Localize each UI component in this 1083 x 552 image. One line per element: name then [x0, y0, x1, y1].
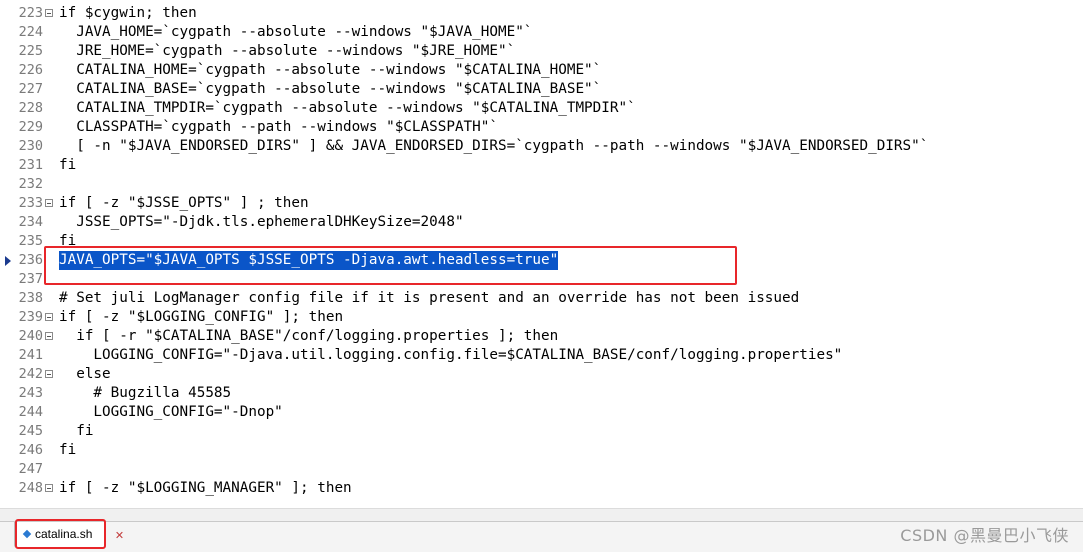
code-text: CATALINA_BASE=`cygpath --absolute --wind…: [59, 81, 602, 97]
code-line[interactable]: 241 LOGGING_CONFIG="-Djava.util.logging.…: [0, 346, 1083, 365]
code-text: CATALINA_HOME=`cygpath --absolute --wind…: [59, 62, 602, 78]
code-text: fi: [59, 157, 77, 173]
code-text: # Bugzilla 45585: [59, 385, 232, 401]
annotation-highlight-box: [44, 246, 737, 285]
code-line[interactable]: 233 if [ -z "$JSSE_OPTS" ] ; then: [0, 194, 1083, 213]
line-number: 236: [18, 252, 43, 268]
line-number: 224: [18, 24, 43, 40]
fold-toggle-icon[interactable]: [45, 199, 53, 207]
code-line[interactable]: 243 # Bugzilla 45585: [0, 384, 1083, 403]
code-line[interactable]: 226 CATALINA_HOME=`cygpath --absolute --…: [0, 61, 1083, 80]
code-line[interactable]: 225 JRE_HOME=`cygpath --absolute --windo…: [0, 42, 1083, 61]
line-number: 235: [18, 233, 43, 249]
line-number: 237: [18, 271, 43, 287]
code-line[interactable]: 227 CATALINA_BASE=`cygpath --absolute --…: [0, 80, 1083, 99]
code-line[interactable]: 223 if $cygwin; then: [0, 4, 1083, 23]
code-line[interactable]: 232: [0, 175, 1083, 194]
code-line[interactable]: 247: [0, 460, 1083, 479]
code-line[interactable]: 248 if [ -z "$LOGGING_MANAGER" ]; then: [0, 479, 1083, 498]
code-text: if [ -z "$JSSE_OPTS" ] ; then: [59, 195, 309, 211]
code-line[interactable]: 234 JSSE_OPTS="-Djdk.tls.ephemeralDHKeyS…: [0, 213, 1083, 232]
line-number: 247: [18, 461, 43, 477]
code-text: # Set juli LogManager config file if it …: [59, 290, 800, 306]
code-text: JRE_HOME=`cygpath --absolute --windows "…: [59, 43, 516, 59]
code-line[interactable]: 238 # Set juli LogManager config file if …: [0, 289, 1083, 308]
code-text: CATALINA_TMPDIR=`cygpath --absolute --wi…: [59, 100, 636, 116]
line-number: 243: [18, 385, 43, 401]
code-text: if [ -z "$LOGGING_MANAGER" ]; then: [59, 480, 352, 496]
annotation-tab-box: [15, 519, 106, 549]
code-line[interactable]: 230 [ -n "$JAVA_ENDORSED_DIRS" ] && JAVA…: [0, 137, 1083, 156]
line-number: 230: [18, 138, 43, 154]
line-number: 238: [18, 290, 43, 306]
line-number: 240: [18, 328, 43, 344]
watermark: CSDN @黑曼巴小飞侠: [900, 526, 1069, 545]
fold-toggle-icon[interactable]: [45, 370, 53, 378]
code-text: if [ -z "$LOGGING_CONFIG" ]; then: [59, 309, 344, 325]
code-text: fi: [59, 423, 94, 439]
line-number: 225: [18, 43, 43, 59]
code-text: LOGGING_CONFIG="-Djava.util.logging.conf…: [59, 347, 843, 363]
code-line[interactable]: 242 else: [0, 365, 1083, 384]
line-number: 233: [18, 195, 43, 211]
code-line[interactable]: 231 fi: [0, 156, 1083, 175]
line-number: 245: [18, 423, 43, 439]
code-line[interactable]: 239 if [ -z "$LOGGING_CONFIG" ]; then: [0, 308, 1083, 327]
line-number: 246: [18, 442, 43, 458]
line-number: 227: [18, 81, 43, 97]
code-editor[interactable]: 223 if $cygwin; then 224 JAVA_HOME=`cygpat…: [0, 0, 1083, 508]
code-text: if $cygwin; then: [59, 5, 197, 21]
fold-toggle-icon[interactable]: [45, 9, 53, 17]
fold-toggle-icon[interactable]: [45, 484, 53, 492]
code-text: fi: [59, 442, 77, 458]
line-number: 231: [18, 157, 43, 173]
code-text: JAVA_HOME=`cygpath --absolute --windows …: [59, 24, 533, 40]
horizontal-scrollbar[interactable]: [0, 508, 1083, 521]
code-line[interactable]: 246 fi: [0, 441, 1083, 460]
code-text: LOGGING_CONFIG="-Dnop": [59, 404, 283, 420]
code-text: [ -n "$JAVA_ENDORSED_DIRS" ] && JAVA_END…: [59, 138, 929, 154]
line-number: 248: [18, 480, 43, 496]
code-text: else: [59, 366, 111, 382]
line-number: 242: [18, 366, 43, 382]
code-line[interactable]: 240 if [ -r "$CATALINA_BASE"/conf/loggin…: [0, 327, 1083, 346]
code-line[interactable]: 224 JAVA_HOME=`cygpath --absolute --wind…: [0, 23, 1083, 42]
fold-toggle-icon[interactable]: [45, 313, 53, 321]
fold-toggle-icon[interactable]: [45, 332, 53, 340]
code-line[interactable]: 244 LOGGING_CONFIG="-Dnop": [0, 403, 1083, 422]
line-number: 228: [18, 100, 43, 116]
code-text: if [ -r "$CATALINA_BASE"/conf/logging.pr…: [59, 328, 559, 344]
line-number: 244: [18, 404, 43, 420]
line-number: 232: [18, 176, 43, 192]
close-icon[interactable]: ✕: [113, 529, 126, 542]
line-number: 229: [18, 119, 43, 135]
line-number: 226: [18, 62, 43, 78]
code-text: JSSE_OPTS="-Djdk.tls.ephemeralDHKeySize=…: [59, 214, 464, 230]
code-line[interactable]: 229 CLASSPATH=`cygpath --path --windows …: [0, 118, 1083, 137]
code-text: CLASSPATH=`cygpath --path --windows "$CL…: [59, 119, 498, 135]
code-line[interactable]: 245 fi: [0, 422, 1083, 441]
line-number: 234: [18, 214, 43, 230]
code-line[interactable]: 228 CATALINA_TMPDIR=`cygpath --absolute …: [0, 99, 1083, 118]
line-number: 239: [18, 309, 43, 325]
line-number: 223: [18, 5, 43, 21]
line-number: 241: [18, 347, 43, 363]
